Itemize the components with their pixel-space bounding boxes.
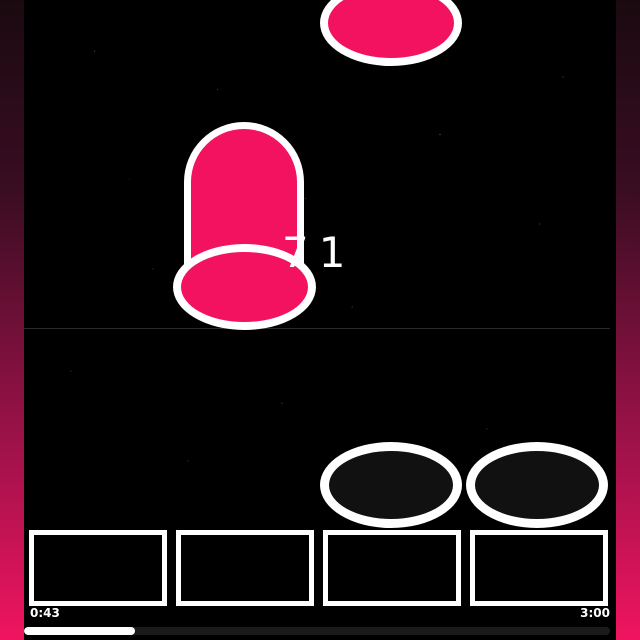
song-progress-bar[interactable] — [24, 627, 610, 635]
combo-counter: 71 — [282, 228, 356, 277]
hit-target-lane-3 — [320, 442, 462, 528]
total-time: 3:00 — [580, 606, 610, 620]
lane-pad-2[interactable] — [176, 530, 314, 606]
lane-pad-4[interactable] — [470, 530, 608, 606]
playfield-divider — [24, 328, 610, 329]
left-side-glow — [0, 0, 24, 640]
lane-pad-3[interactable] — [323, 530, 461, 606]
game-stage: 71 0:43 3:00 — [0, 0, 640, 640]
hit-target-lane-4 — [466, 442, 608, 528]
right-side-glow — [616, 0, 640, 640]
song-progress-fill — [24, 627, 136, 635]
lane-pad-1[interactable] — [29, 530, 167, 606]
elapsed-time: 0:43 — [30, 606, 60, 620]
